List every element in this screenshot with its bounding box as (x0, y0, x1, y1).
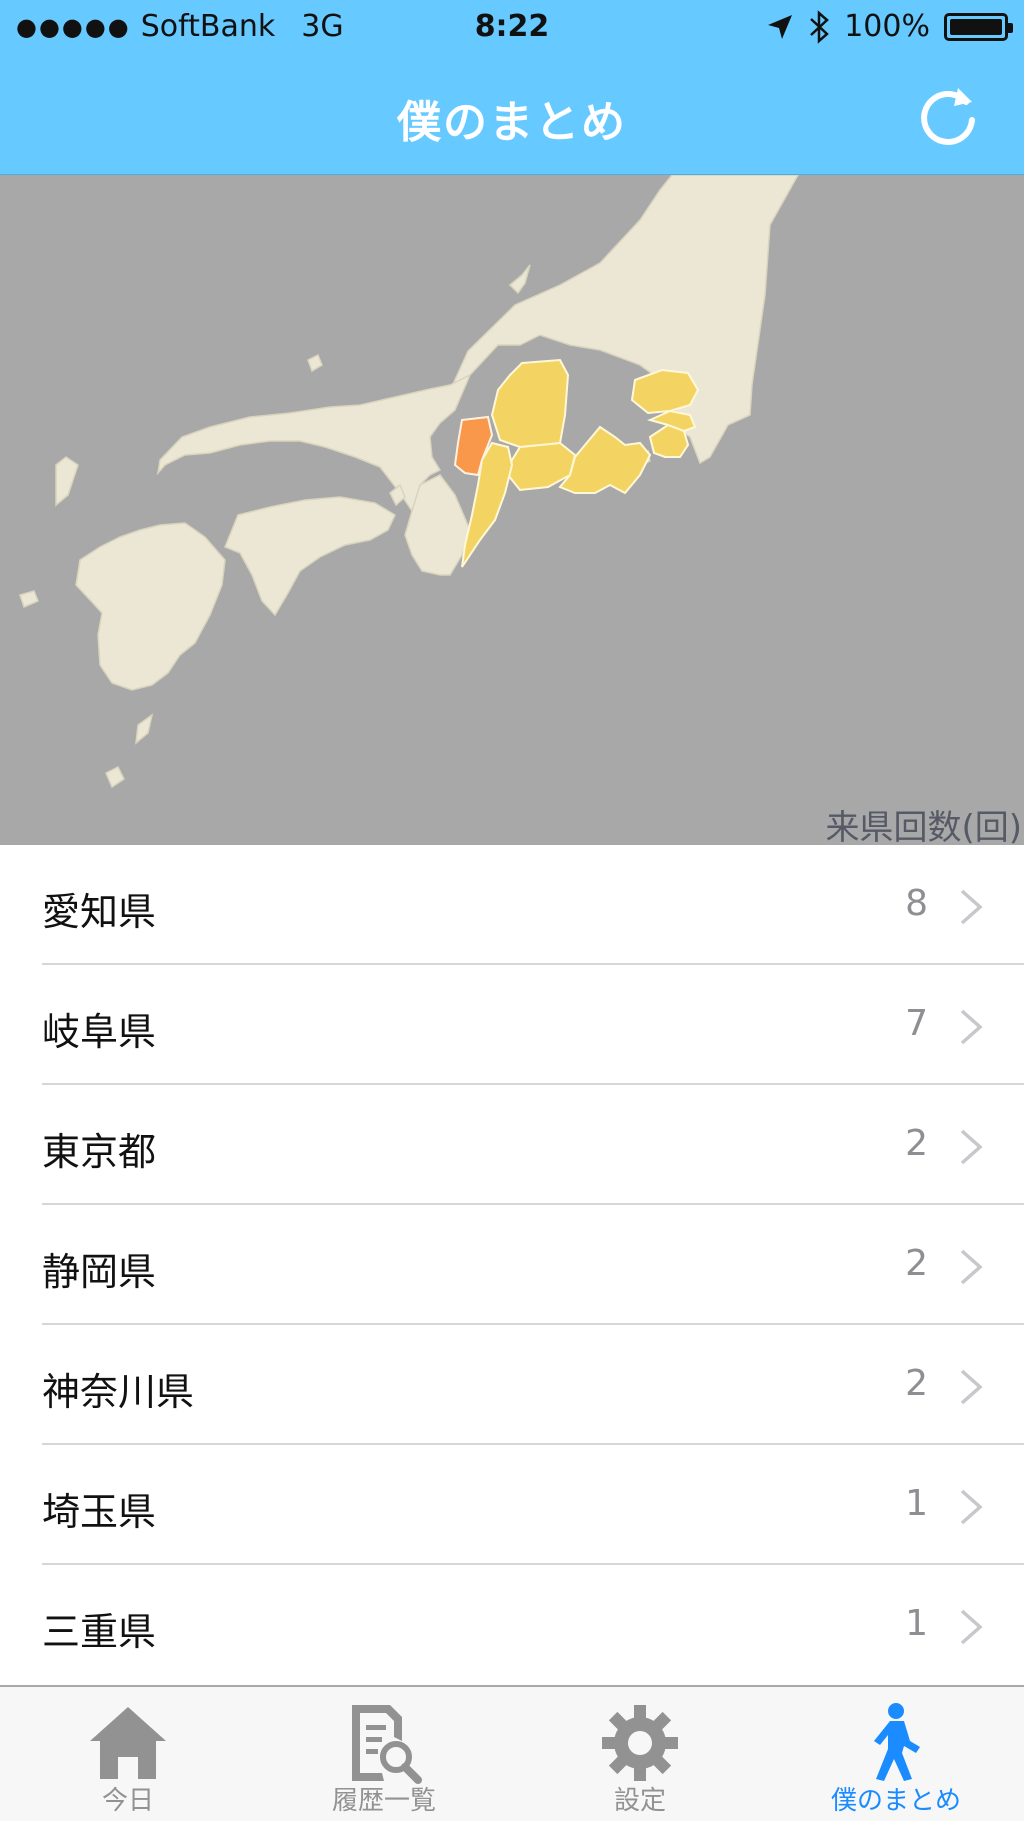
battery-icon (944, 12, 1013, 41)
visit-count: 1 (905, 1603, 928, 1644)
prefecture-name: 東京都 (42, 1130, 157, 1174)
tab-label: 今日 (101, 1786, 154, 1816)
chevron-right-icon (960, 1249, 983, 1285)
status-right: 100% (752, 9, 1013, 44)
tab-history[interactable]: 履歴一覧 (256, 1687, 512, 1821)
prefecture-map-svg (19, 175, 799, 789)
list-item[interactable]: 岐阜県 7 (0, 965, 1024, 1085)
gear-icon (602, 1705, 678, 1781)
visit-count: 1 (905, 1483, 928, 1524)
page-title: 僕のまとめ (397, 97, 627, 148)
nav-bar: 僕のまとめ (0, 70, 1024, 160)
prefecture-name: 静岡県 (42, 1250, 157, 1294)
visit-count: 2 (905, 1123, 928, 1164)
list-item[interactable]: 三重県 1 (0, 1565, 1024, 1685)
location-arrow-icon (768, 14, 793, 39)
list-item[interactable]: 静岡県 2 (0, 1205, 1024, 1325)
tab-label: 設定 (613, 1786, 666, 1816)
chevron-right-icon (960, 1369, 983, 1405)
visit-count: 2 (905, 1363, 928, 1404)
chevron-right-icon (960, 889, 983, 925)
map-oki-island (307, 353, 323, 373)
visit-count: 2 (905, 1243, 928, 1284)
map-saitama (630, 368, 700, 415)
tab-settings[interactable]: 設定 (512, 1687, 768, 1821)
prefecture-name: 三重県 (42, 1610, 157, 1654)
map-yakushima-island (105, 765, 125, 789)
battery-percent: 100% (844, 9, 930, 44)
prefecture-name: 埼玉県 (42, 1490, 157, 1534)
prefecture-name: 愛知県 (42, 890, 157, 934)
map-tanegashima-island (135, 713, 154, 745)
top-bar: ●●●●● SoftBank 3G 8:22 100% 僕のまとめ (0, 0, 1024, 175)
walking-person-icon (874, 1703, 920, 1781)
chevron-right-icon (960, 1489, 983, 1525)
app: ●●●●● SoftBank 3G 8:22 100% 僕のまとめ 来県回数(回… (0, 0, 1024, 1821)
home-icon (90, 1707, 166, 1779)
map-tsushima-island (55, 456, 79, 507)
prefecture-name: 岐阜県 (42, 1010, 157, 1054)
list-item[interactable]: 愛知県 8 (0, 845, 1024, 965)
prefecture-list: 愛知県 8 岐阜県 7 東京都 2 静岡県 2 神奈川県 2 埼玉県 1 三重県… (0, 845, 1024, 1685)
map-goto-island (19, 590, 39, 609)
map-shikoku (224, 496, 396, 617)
map-kyushu (75, 522, 226, 691)
prefecture-name: 神奈川県 (42, 1370, 195, 1414)
list-item[interactable]: 神奈川県 2 (0, 1325, 1024, 1445)
tab-bar: 今日 履歴一覧 設定 僕のまとめ (0, 1685, 1024, 1821)
refresh-icon[interactable] (914, 80, 984, 150)
map-sado-island (508, 264, 531, 295)
map-legend-caption: 来県回数(回) (825, 808, 1022, 845)
visit-count: 7 (905, 1003, 928, 1044)
tab-label: 僕のまとめ (830, 1786, 961, 1816)
chevron-right-icon (960, 1129, 983, 1165)
map-shizuoka (558, 425, 652, 495)
list-item[interactable]: 埼玉県 1 (0, 1445, 1024, 1565)
chevron-right-icon (960, 1009, 983, 1045)
tab-label: 履歴一覧 (331, 1786, 436, 1816)
map-gifu (490, 358, 570, 448)
list-item[interactable]: 東京都 2 (0, 1085, 1024, 1205)
chevron-right-icon (960, 1609, 983, 1645)
status-bar: ●●●●● SoftBank 3G 8:22 100% (0, 0, 1024, 56)
bluetooth-icon (810, 9, 830, 44)
tab-summary[interactable]: 僕のまとめ (768, 1687, 1024, 1821)
visit-count: 8 (905, 883, 928, 924)
history-search-icon (352, 1705, 422, 1784)
tab-today[interactable]: 今日 (0, 1687, 256, 1821)
japan-map[interactable]: 来県回数(回) (0, 175, 1024, 845)
